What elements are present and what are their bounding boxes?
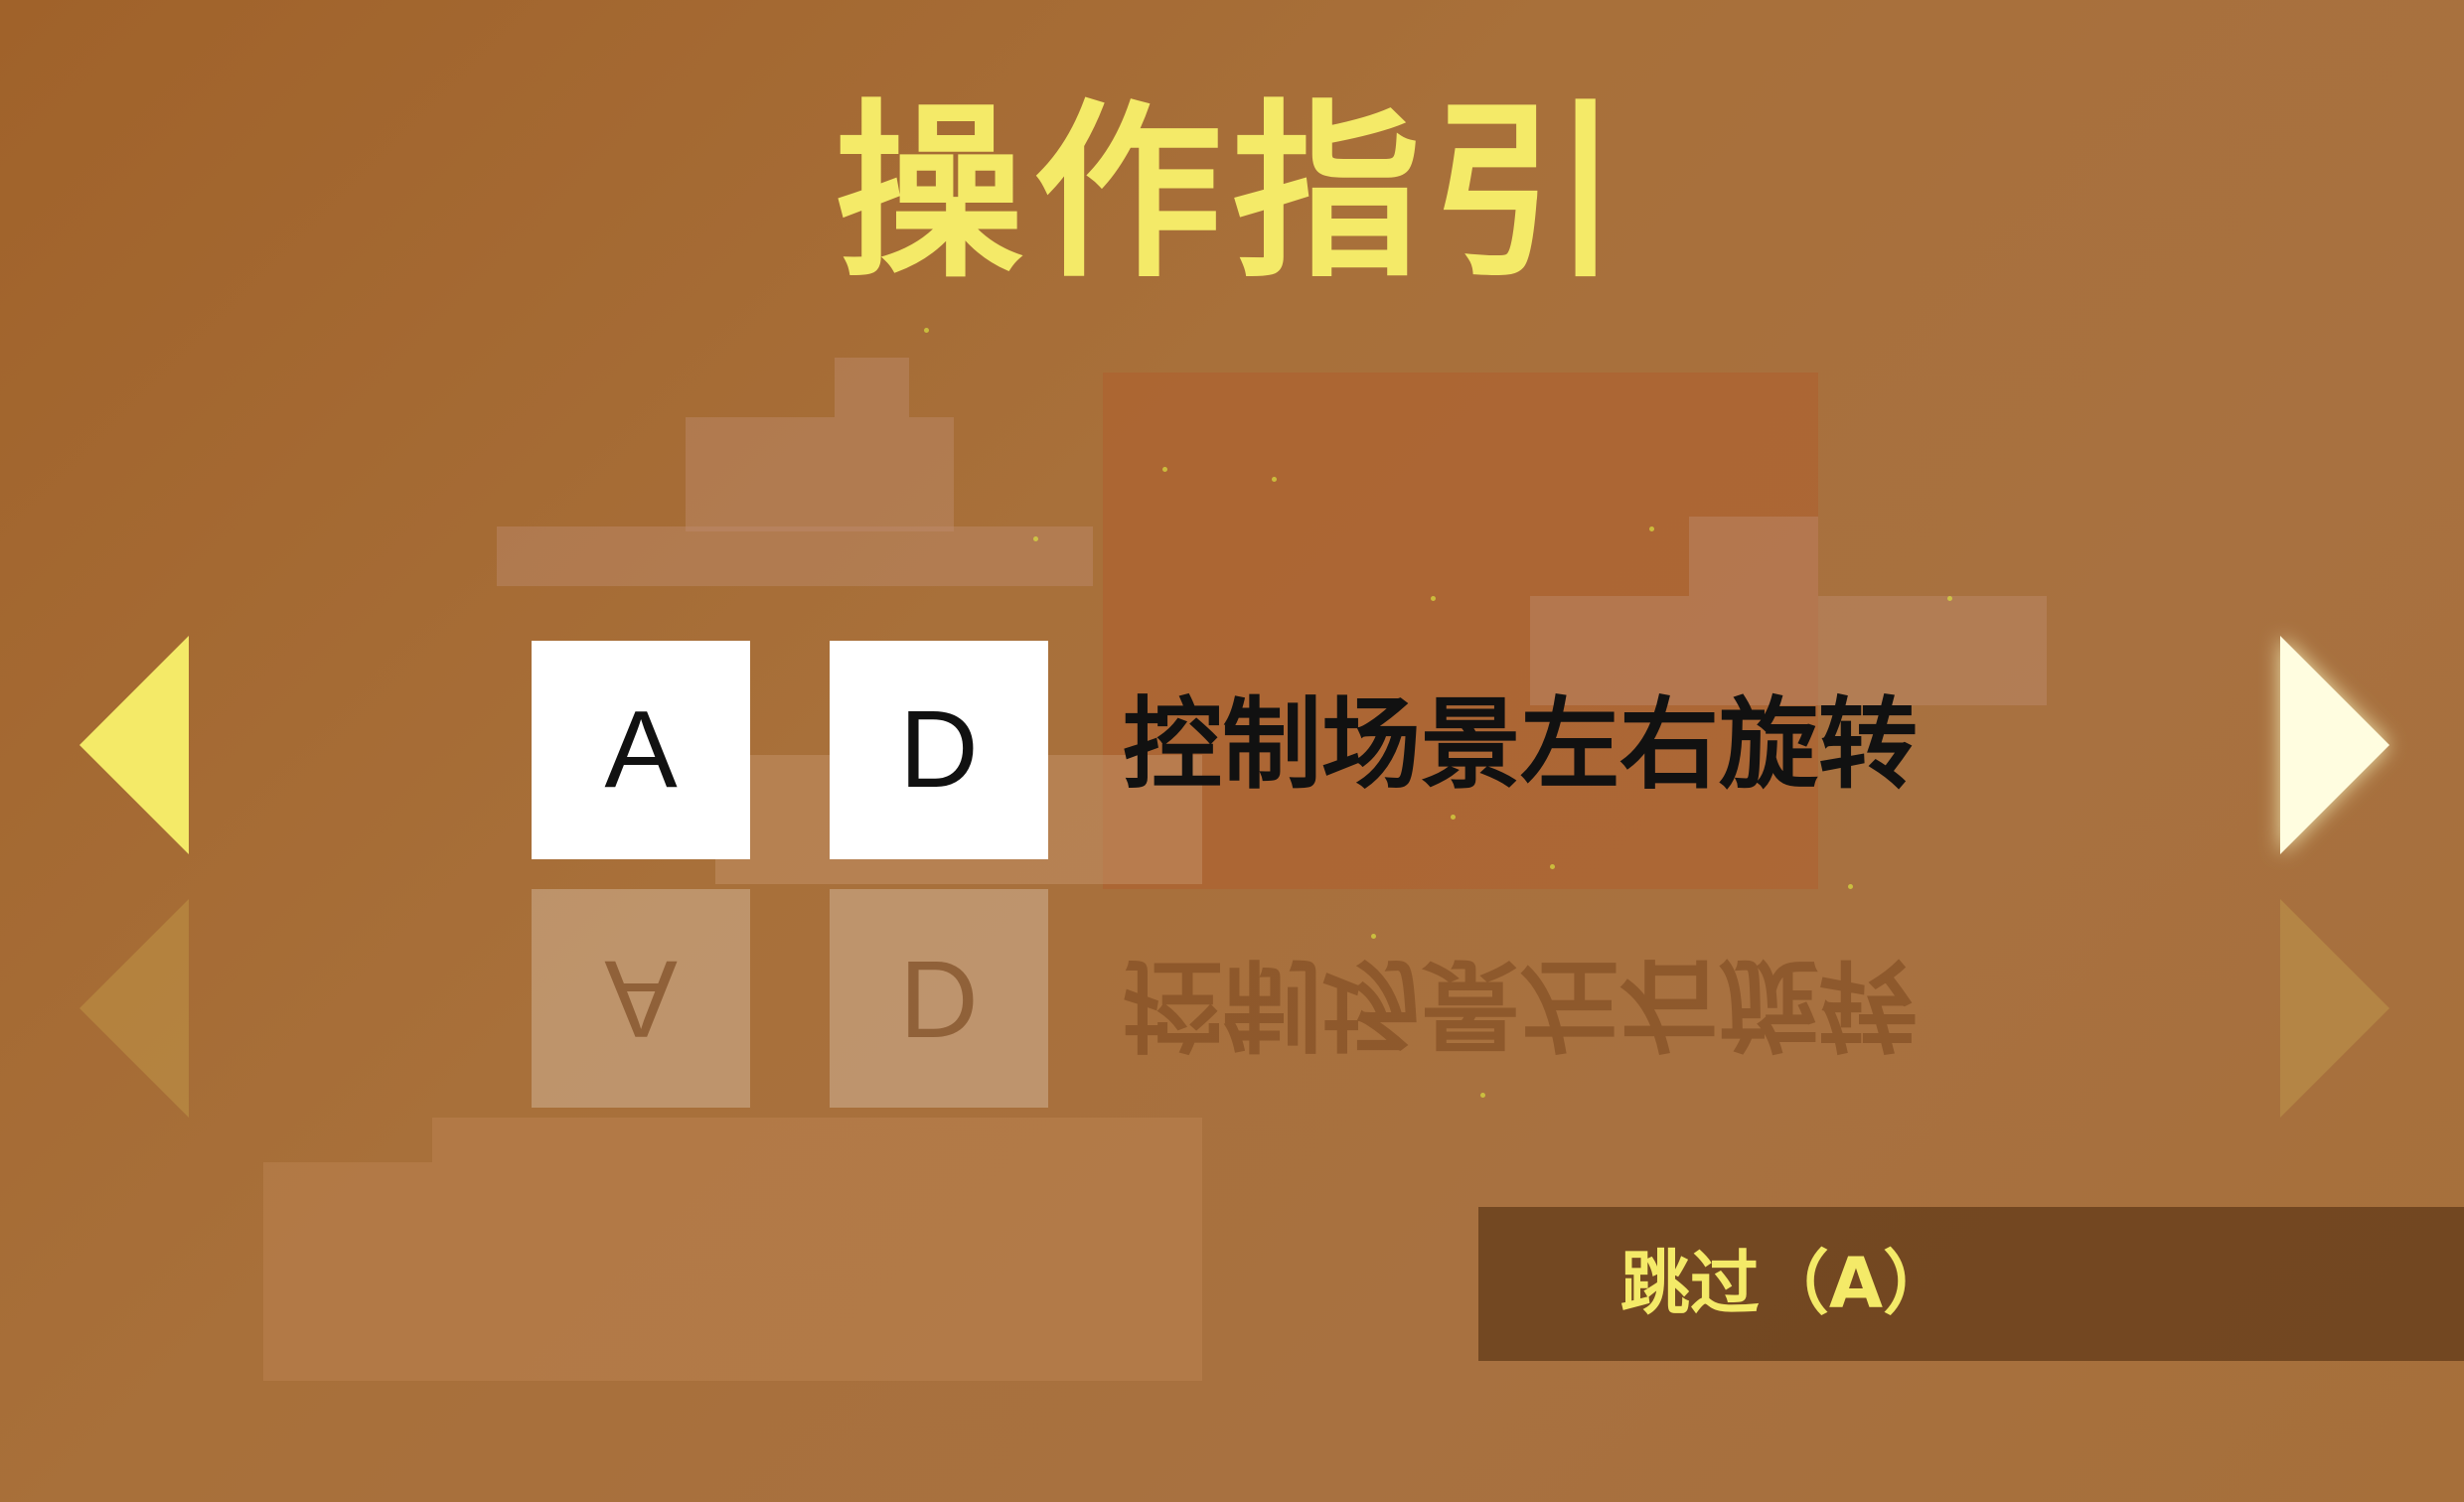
page-title: 操作指引 (834, 83, 1629, 303)
control-description: 控制场景左右旋转 (1123, 686, 1918, 803)
sparkle (1550, 864, 1555, 869)
bg-cloud-left (497, 526, 1093, 586)
next-page-arrow-icon[interactable] (2280, 636, 2389, 854)
bg-cloud-right-peak (1689, 517, 1818, 596)
sparkle (1451, 815, 1456, 820)
key-a-reflection: A (532, 889, 750, 1108)
sparkle (1480, 1093, 1485, 1098)
sparkle (1033, 536, 1038, 541)
key-d-reflection: D (830, 889, 1048, 1108)
prev-page-arrow-icon[interactable] (79, 636, 189, 854)
key-d: D (830, 641, 1048, 859)
bg-cloud-left-peak (835, 358, 909, 417)
next-arrow-reflection (2280, 899, 2389, 1118)
sparkle (1371, 934, 1376, 939)
control-description-reflection: 控制场景左右旋转 (1123, 946, 1918, 1062)
bg-cloud-left-top (686, 417, 954, 531)
sparkle (1649, 526, 1654, 531)
sparkle (1947, 596, 1952, 601)
sparkle (1848, 884, 1853, 889)
key-a: A (532, 641, 750, 859)
bg-ground-block (263, 1162, 1202, 1381)
sparkle (1272, 477, 1277, 482)
sparkle (1431, 596, 1436, 601)
sparkle (924, 328, 929, 333)
skip-label: 跳过（A） (1619, 1243, 1953, 1324)
bg-ground-top (432, 1118, 1202, 1162)
sparkle (1162, 467, 1167, 472)
skip-button[interactable]: 跳过（A） (1478, 1207, 2464, 1361)
prev-arrow-reflection (79, 899, 189, 1118)
